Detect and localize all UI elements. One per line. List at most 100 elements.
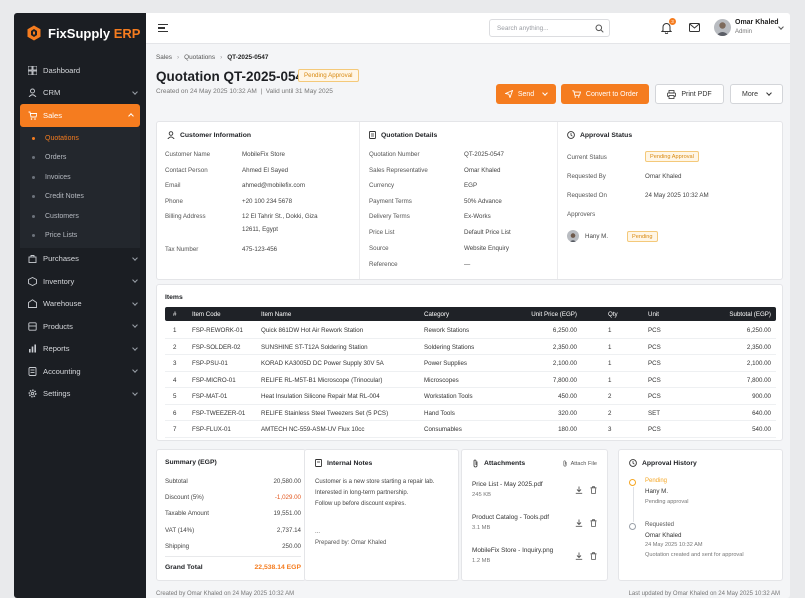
table-cell: RELIFE Stainless Steel Tweezers Set (5 P… bbox=[261, 409, 389, 417]
print-pdf-button[interactable]: Print PDF bbox=[655, 84, 724, 104]
download-icon[interactable] bbox=[575, 552, 583, 560]
clock-icon bbox=[567, 131, 575, 139]
email-value[interactable]: ahmed@mobilefix.com bbox=[242, 182, 305, 189]
table-row[interactable]: 5 FSP-MAT-01 Heat Insulation Silicone Repa… bbox=[165, 388, 776, 405]
download-icon[interactable] bbox=[575, 519, 583, 527]
table-cell: SET bbox=[648, 409, 661, 417]
approval-history-heading: Approval History bbox=[629, 459, 697, 467]
table-cell: Soldering Stations bbox=[424, 343, 475, 351]
table-cell: 450.00 bbox=[558, 393, 577, 400]
delivery-terms-label: Delivery Terms bbox=[369, 213, 410, 220]
more-button[interactable]: More bbox=[730, 84, 783, 104]
table-row[interactable]: 2 FSP-SOLDER-02 SUNSHINE ST-T12A Soldering… bbox=[165, 339, 776, 355]
timeline-dot-pending bbox=[629, 479, 636, 486]
source-value: Website Enquiry bbox=[464, 245, 509, 252]
table-row[interactable]: 6 FSP-TWEEZER-01 RELIFE Stainless Steel Tw… bbox=[165, 405, 776, 421]
currency-value: EGP bbox=[464, 182, 478, 189]
tax-number-label: Tax Number bbox=[165, 246, 199, 253]
search-placeholder: Search anything... bbox=[497, 25, 549, 32]
summary-row-shipping: Shipping 250.00 bbox=[165, 543, 301, 550]
submenu-item-price-lists[interactable]: Price Lists bbox=[20, 226, 140, 246]
submenu-item-orders[interactable]: Orders bbox=[20, 148, 140, 168]
col-header-item-name: Item Name bbox=[261, 310, 292, 318]
table-cell: FSP-TWEEZER-01 bbox=[192, 409, 246, 417]
sidebar-item-dashboard[interactable]: Dashboard bbox=[14, 59, 146, 82]
sidebar-item-warehouse[interactable]: Warehouse bbox=[14, 293, 146, 316]
table-cell: 1 bbox=[608, 343, 612, 351]
mail-icon[interactable] bbox=[689, 23, 700, 32]
trash-icon[interactable] bbox=[590, 519, 597, 527]
send-button[interactable]: Send bbox=[496, 84, 556, 104]
table-cell: Microscopes bbox=[424, 376, 459, 384]
sidebar-item-label: Settings bbox=[43, 389, 71, 399]
attachment-name-1[interactable]: Price List - May 2025.pdf bbox=[472, 481, 543, 488]
chevron-down-icon bbox=[132, 322, 138, 328]
sidebar-item-settings[interactable]: Settings bbox=[14, 383, 146, 406]
search-input[interactable]: Search anything... bbox=[489, 19, 610, 37]
sidebar-item-sales[interactable]: Sales bbox=[20, 104, 140, 127]
quotation-number-label: Quotation Number bbox=[369, 151, 420, 158]
table-cell: Heat Insulation Silicone Repair Mat RL-0… bbox=[261, 393, 380, 400]
submenu-item-invoices[interactable]: Invoices bbox=[20, 168, 140, 188]
avatar[interactable] bbox=[714, 19, 731, 36]
summary-row-subtotal: Subtotal 20,580.00 bbox=[165, 478, 301, 485]
attach-file-button[interactable]: Attach File bbox=[562, 460, 597, 467]
sales-icon bbox=[27, 110, 37, 120]
table-cell: 1 bbox=[608, 360, 612, 367]
footer-updated: Last updated by Omar Khaled on 24 May 20… bbox=[628, 591, 780, 597]
price-list-value: Default Price List bbox=[464, 229, 511, 236]
sidebar-item-inventory[interactable]: Inventory bbox=[14, 270, 146, 293]
page-title: Quotation QT-2025-0547 bbox=[156, 69, 311, 84]
attachment-name-3[interactable]: MobileFix Store - Inquiry.png bbox=[472, 547, 553, 554]
sidebar-item-crm[interactable]: CRM bbox=[14, 82, 146, 105]
breadcrumb-sales[interactable]: Sales bbox=[156, 54, 172, 61]
sidebar-item-accounting[interactable]: Accounting bbox=[14, 360, 146, 383]
requested-on-label: Requested On bbox=[567, 192, 607, 199]
user-name[interactable]: Omar Khaled bbox=[735, 19, 779, 26]
table-cell: 180.00 bbox=[558, 426, 577, 433]
convert-to-order-button[interactable]: Convert to Order bbox=[561, 84, 649, 104]
table-cell: 7 bbox=[173, 426, 177, 433]
submenu-item-quotations[interactable]: Quotations bbox=[20, 129, 140, 149]
sidebar-item-products[interactable]: Products bbox=[14, 315, 146, 338]
timeline-dot-requested bbox=[629, 523, 636, 530]
paperclip-icon bbox=[563, 460, 567, 467]
table-row[interactable]: 7 FSP-FLUX-01 AMTECH NC-559-ASM-UV Flux 10… bbox=[165, 421, 776, 438]
table-row[interactable]: 3 FSP-PSU-01 KORAD KA3005D DC Power Supply… bbox=[165, 355, 776, 372]
table-cell: RELIFE RL-M5T-B1 Microscope (Trinocular) bbox=[261, 376, 383, 384]
table-cell: PCS bbox=[648, 426, 661, 433]
sidebar-item-label: CRM bbox=[43, 88, 61, 98]
table-cell: 2 bbox=[608, 393, 612, 400]
table-cell: 2,100.00 bbox=[552, 360, 577, 367]
table-cell: 7,800.00 bbox=[746, 376, 771, 384]
chevron-down-icon[interactable] bbox=[778, 24, 784, 30]
table-row[interactable]: 1 FSP-REWORK-01 Quick 861DW Hot Air Rework… bbox=[165, 322, 776, 339]
col-header-unit-price: Unit Price (EGP) bbox=[531, 310, 577, 318]
delivery-terms-value: Ex-Works bbox=[464, 213, 491, 220]
sidebar-item-reports[interactable]: Reports bbox=[14, 338, 146, 361]
attachment-size-2: 3.1 MB bbox=[472, 525, 491, 531]
brand-logo[interactable]: FixSupply ERP bbox=[14, 13, 146, 53]
current-status-label: Current Status bbox=[567, 154, 607, 161]
phone-value: +20 100 234 5678 bbox=[242, 198, 293, 205]
chevron-down-icon bbox=[542, 89, 549, 96]
submenu-item-customers[interactable]: Customers bbox=[20, 207, 140, 227]
document-icon bbox=[369, 131, 376, 139]
download-icon[interactable] bbox=[575, 486, 583, 494]
submenu-item-credit-notes[interactable]: Credit Notes bbox=[20, 187, 140, 207]
table-cell: 7,800.00 bbox=[552, 376, 577, 384]
breadcrumb-quotations[interactable]: Quotations bbox=[184, 54, 215, 61]
approver-status-badge: Pending bbox=[627, 231, 658, 242]
sidebar: FixSupply ERP Dashboard CRM Sales Quotat… bbox=[14, 13, 146, 598]
sales-submenu: Quotations Orders Invoices Credit Notes … bbox=[20, 126, 140, 248]
sidebar-item-purchases[interactable]: Purchases bbox=[14, 248, 146, 271]
breadcrumb-current: QT-2025-0547 bbox=[227, 54, 269, 61]
trash-icon[interactable] bbox=[590, 552, 597, 560]
payment-terms-label: Payment Terms bbox=[369, 198, 412, 205]
quotation-details-heading: Quotation Details bbox=[369, 131, 437, 139]
attachment-name-2[interactable]: Product Catalog - Tools.pdf bbox=[472, 514, 549, 521]
table-row[interactable]: 4 FSP-MICRO-01 RELIFE RL-M5T-B1 Microscope… bbox=[165, 372, 776, 388]
menu-toggle-icon[interactable] bbox=[158, 24, 168, 32]
trash-icon[interactable] bbox=[590, 486, 597, 494]
reports-icon bbox=[27, 344, 37, 354]
